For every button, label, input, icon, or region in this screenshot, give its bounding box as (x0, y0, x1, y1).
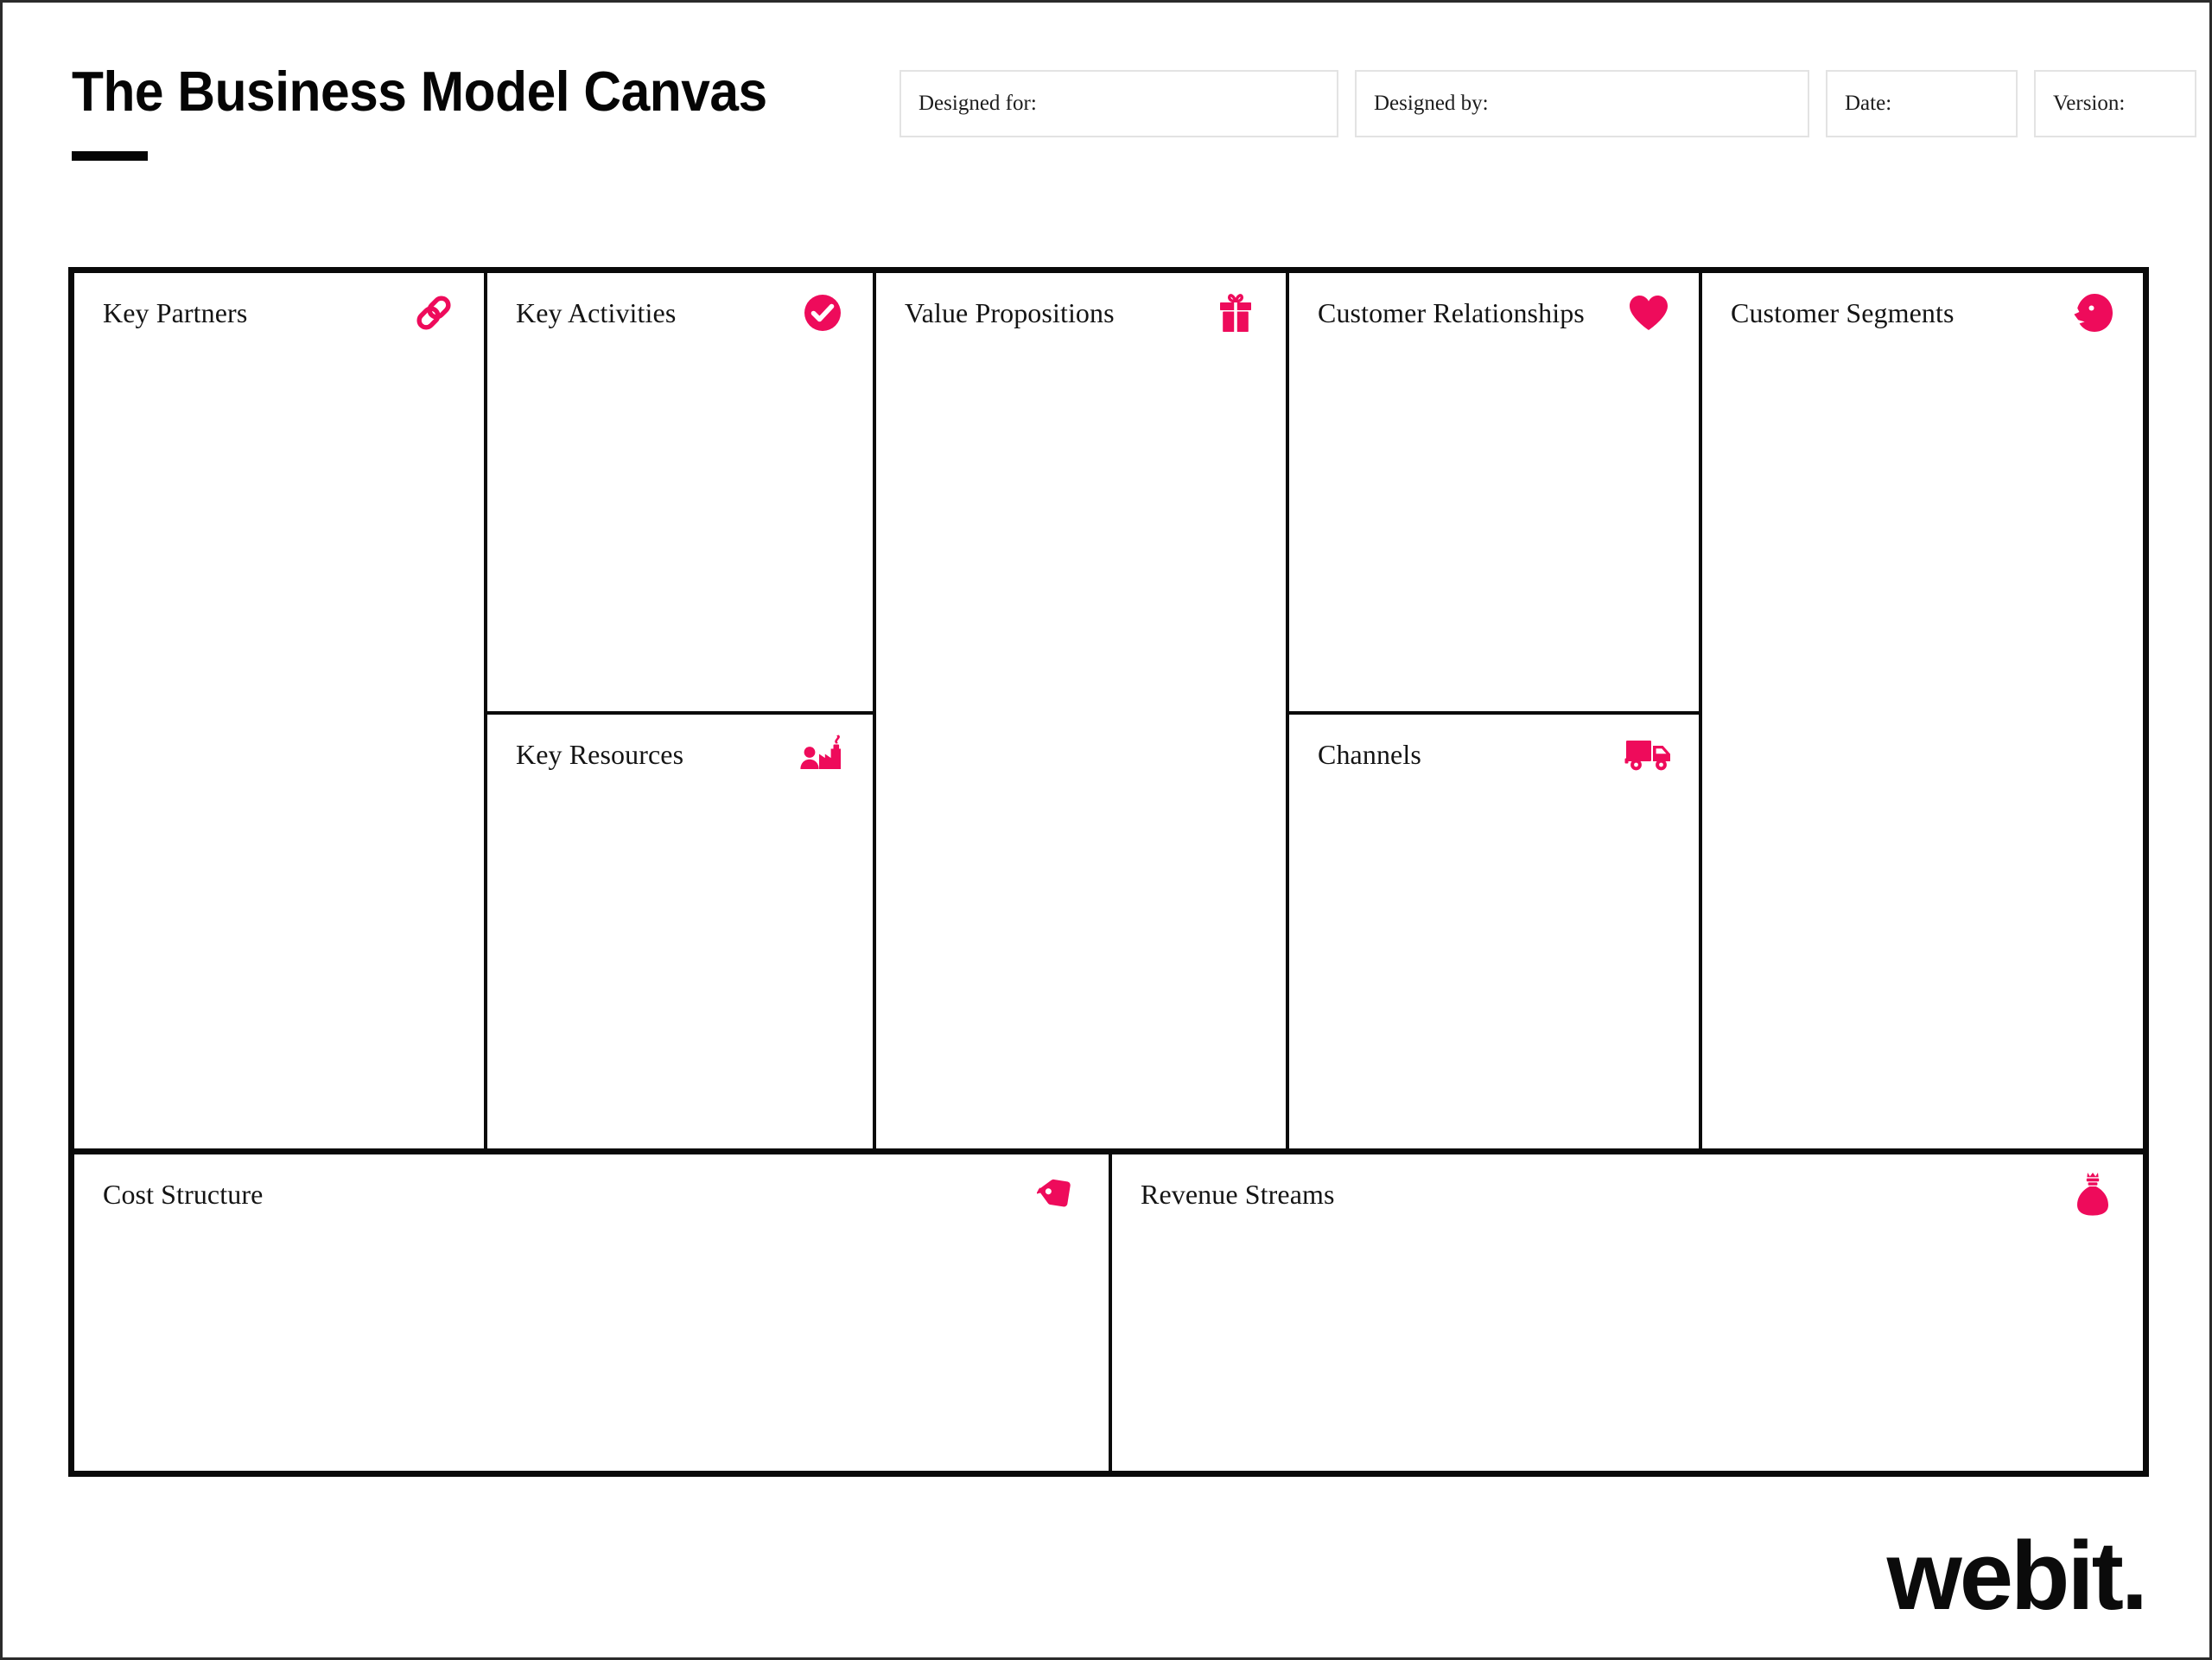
block-label-channels: Channels (1318, 739, 1421, 770)
block-revenue-streams[interactable]: Revenue Streams (1112, 1154, 2143, 1471)
block-label-customer-relationships: Customer Relationships (1318, 297, 1585, 328)
header-fields: Designed for: Designed by: Date: Version… (899, 70, 2196, 137)
block-header-cost-structure: Cost Structure (74, 1154, 1109, 1234)
block-content-channels[interactable] (1289, 794, 1699, 1148)
block-header-channels: Channels (1289, 715, 1699, 794)
block-label-cost-structure: Cost Structure (103, 1179, 264, 1210)
version-field[interactable]: Version: (2034, 70, 2196, 137)
block-content-customer-relationships[interactable] (1289, 353, 1699, 711)
page-header: The Business Model Canvas Designed for: … (3, 3, 2209, 262)
block-value-propositions[interactable]: Value Propositions (876, 273, 1289, 1148)
block-label-key-activities: Key Activities (516, 297, 677, 328)
designed-by-label: Designed by: (1374, 92, 1489, 115)
block-content-cost-structure[interactable] (74, 1234, 1109, 1471)
gift-icon (1211, 288, 1261, 338)
block-content-revenue-streams[interactable] (1112, 1234, 2143, 1471)
block-cost-structure[interactable]: Cost Structure (74, 1154, 1112, 1471)
business-model-canvas-page: The Business Model Canvas Designed for: … (0, 0, 2212, 1660)
webit-logo: webit. (1886, 1522, 2148, 1630)
page-title: The Business Model Canvas (72, 60, 767, 123)
check-circle-icon (798, 288, 848, 338)
chain-link-icon (409, 288, 459, 338)
block-channels[interactable]: Channels (1289, 715, 1702, 1148)
block-header-value-propositions: Value Propositions (876, 273, 1286, 353)
block-customer-segments[interactable]: Customer Segments (1702, 273, 2143, 1148)
title-block: The Business Model Canvas (72, 63, 875, 161)
block-header-customer-segments: Customer Segments (1702, 273, 2143, 353)
block-key-resources[interactable]: Key Resources (487, 715, 876, 1148)
canvas-grid: Key Partners Key Activities Key Resource… (68, 267, 2149, 1477)
block-label-key-partners: Key Partners (103, 297, 248, 328)
title-underline-rule (72, 151, 148, 161)
designed-for-field[interactable]: Designed for: (899, 70, 1338, 137)
heart-icon (1624, 288, 1674, 338)
block-label-customer-segments: Customer Segments (1731, 297, 1955, 328)
date-field[interactable]: Date: (1826, 70, 2018, 137)
block-header-customer-relationships: Customer Relationships (1289, 273, 1699, 353)
block-label-key-resources: Key Resources (516, 739, 684, 770)
block-label-revenue-streams: Revenue Streams (1141, 1179, 1335, 1210)
block-label-value-propositions: Value Propositions (905, 297, 1115, 328)
block-key-partners[interactable]: Key Partners (74, 273, 487, 1148)
block-content-key-partners[interactable] (74, 353, 484, 1148)
designed-by-field[interactable]: Designed by: (1355, 70, 1809, 137)
block-header-key-activities: Key Activities (487, 273, 873, 353)
block-content-key-activities[interactable] (487, 353, 873, 711)
block-content-value-propositions[interactable] (876, 353, 1286, 1148)
money-bag-icon (2068, 1169, 2118, 1219)
price-tag-icon (1033, 1169, 1084, 1219)
block-header-key-resources: Key Resources (487, 715, 873, 794)
date-label: Date: (1845, 92, 1892, 115)
block-key-activities[interactable]: Key Activities (487, 273, 876, 715)
block-customer-relationships[interactable]: Customer Relationships (1289, 273, 1702, 715)
block-header-revenue-streams: Revenue Streams (1112, 1154, 2143, 1234)
delivery-truck-icon (1624, 729, 1674, 779)
factory-worker-icon (798, 729, 848, 779)
block-content-customer-segments[interactable] (1702, 353, 2143, 1148)
block-header-key-partners: Key Partners (74, 273, 484, 353)
head-profile-icon (2068, 288, 2118, 338)
designed-for-label: Designed for: (918, 92, 1037, 115)
canvas-bottom-divider (74, 1148, 2143, 1154)
version-label: Version: (2053, 92, 2126, 115)
block-content-key-resources[interactable] (487, 794, 873, 1148)
